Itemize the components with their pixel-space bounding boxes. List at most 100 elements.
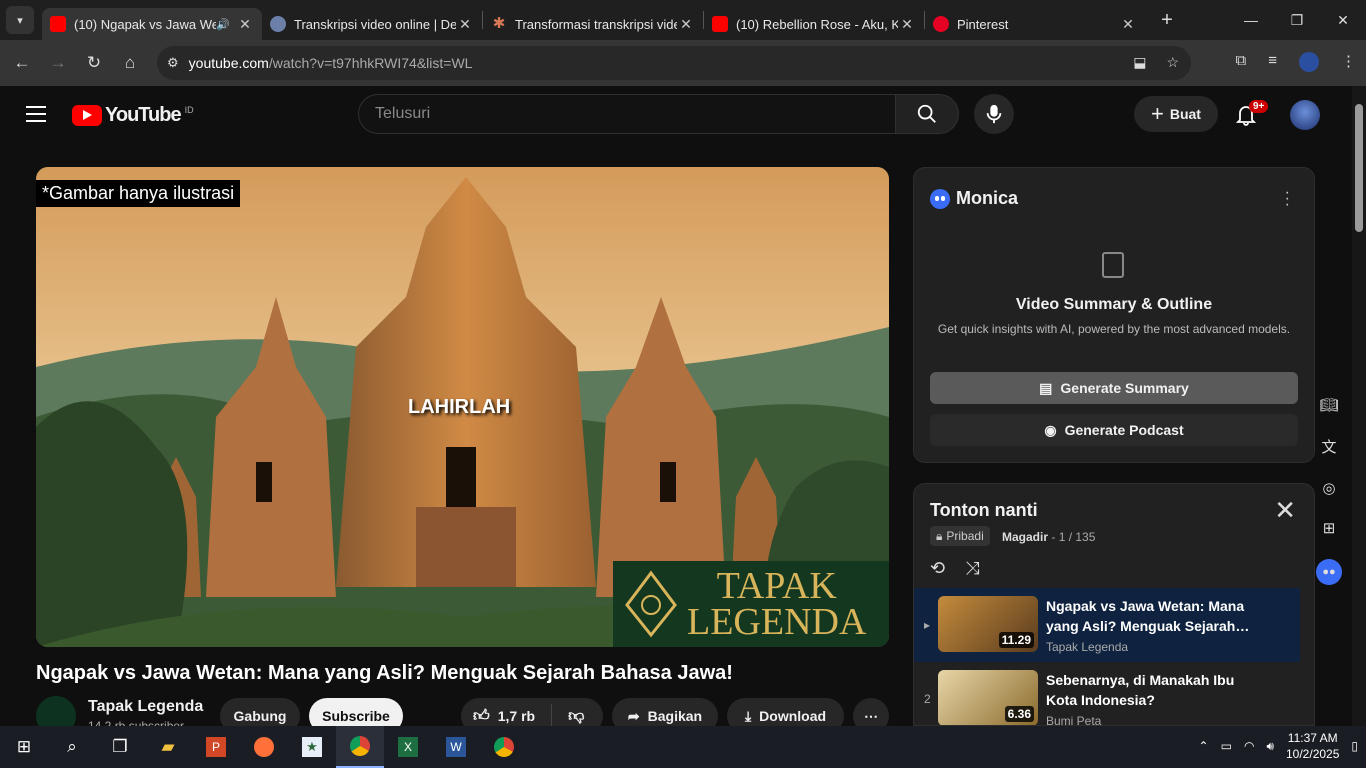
hamburger-menu-icon[interactable] [26,106,46,127]
channel-row: Tapak Legenda 14,2 rb subscriber Gabung … [36,696,889,736]
clock[interactable]: 11:37 AM 10/2/2025 [1286,730,1339,762]
channel-watermark: TAPAK LEGENDA [613,561,889,647]
word-icon[interactable]: W [432,726,480,768]
close-tab-icon[interactable]: ✕ [236,16,254,33]
playlist-item[interactable]: ▸ 11.29 Ngapak vs Jawa Wetan: Mana yang … [914,588,1300,662]
windows-start-icon[interactable]: ⊞ [0,726,48,768]
microphone-icon [986,104,1002,124]
monica-side-toolbar: 📖︎ 文 ◎ ⊞ ●● [1314,396,1344,585]
monica-bot-icon[interactable]: ●● [1316,559,1342,585]
chevron-up-icon[interactable]: ⌃ [1199,739,1209,753]
tab-title: (10) Ngapak vs Jawa Wetan [74,16,217,32]
search-icon[interactable]: ⌕ [48,726,96,768]
speaker-icon[interactable]: 🔊 [216,18,230,31]
thumbs-up-icon[interactable]: 👍︎ [473,707,490,726]
loop-icon[interactable]: ⟲ [930,558,945,579]
firefox-icon[interactable] [240,726,288,768]
battery-icon[interactable]: ▭ [1221,739,1232,753]
search-placeholder: Telusuri [375,105,431,122]
site-info-icon[interactable]: ⚙ [167,55,179,71]
summary-icon: ▤ [1039,379,1053,396]
scrollbar-thumb[interactable] [1355,104,1363,232]
now-playing-indicator: ▸ [924,618,931,632]
forward-arrow-icon[interactable]: → [40,53,76,73]
close-tab-icon[interactable]: ✕ [456,16,474,33]
claude-icon: ✱ [492,15,506,32]
privacy-label: Pribadi [946,529,984,543]
bookmark-star-icon[interactable]: ☆ [1166,54,1179,71]
reload-icon[interactable]: ↻ [76,53,112,73]
tab-pinterest[interactable]: Pinterest ✕ [925,8,1145,40]
notification-center-icon[interactable]: ▯ [1351,739,1358,753]
close-tab-icon[interactable]: ✕ [1119,16,1137,33]
close-playlist-icon[interactable]: ✕ [1274,497,1296,523]
search-icon [917,104,936,123]
thumbs-down-icon[interactable]: 👎︎ [568,707,584,726]
more-horizontal-icon: ⋯ [864,707,878,724]
install-app-icon[interactable]: ⬓ [1133,54,1146,71]
close-tab-icon[interactable]: ✕ [898,16,916,33]
channel-name[interactable]: Tapak Legenda [88,698,203,716]
generate-summary-button[interactable]: ▤ Generate Summary [930,372,1298,404]
illustration-note: *Gambar hanya ilustrasi [36,180,241,207]
youtube-logo[interactable]: YouTube ID [72,104,194,127]
shuffle-icon[interactable]: ⤨ [965,558,979,579]
search-button[interactable] [895,94,959,134]
playlist-item-title: Ngapak vs Jawa Wetan: Mana yang Asli? Me… [1046,598,1250,634]
wifi-icon[interactable]: ◠ [1244,739,1254,753]
page-scrollbar[interactable] [1352,86,1366,726]
tab-search-button[interactable]: ▾ [6,6,34,34]
translate-icon[interactable]: 文 [1321,436,1336,457]
close-tab-icon[interactable]: ✕ [677,16,695,33]
playlist-index: 2 [924,692,931,706]
voice-search-button[interactable] [974,94,1014,134]
monica-panel: Monica · · · Video Summary & Outline Get q… [913,167,1315,463]
chrome-profile-icon[interactable] [480,726,528,768]
tab-transformasi[interactable]: ✱ Transformasi transkripsi video ✕ [483,8,703,40]
extensions-icon[interactable]: ⧉ [1236,52,1247,72]
tab-title: Transkripsi video online | Des [294,16,456,32]
url-path: /watch?v=t97hhkRWI74&list=WL [268,55,473,71]
video-player[interactable]: *Gambar hanya ilustrasi LAHIRLAH TAPAK L… [36,167,889,647]
back-arrow-icon[interactable]: ← [4,53,40,73]
restore-icon[interactable]: ❐ [1274,0,1320,40]
create-button[interactable]: + Buat [1134,96,1218,132]
playlist-position: - 1 / 135 [1051,530,1096,544]
podcast-side-icon[interactable]: ◎ [1322,479,1335,497]
volume-icon[interactable]: 🔊︎ [1266,739,1274,754]
file-explorer-icon[interactable]: ▰ [144,726,192,768]
minimize-icon[interactable]: — [1228,0,1274,40]
tab-rebellion-rose[interactable]: (10) Rebellion Rose - Aku, Ka ✕ [704,8,924,40]
watermark-line-2: LEGENDA [687,601,867,643]
playlist-owner[interactable]: Magadir [1002,530,1048,544]
playlist-title[interactable]: Tonton nanti [930,500,1038,521]
tab-youtube-ngapak[interactable]: (10) Ngapak vs Jawa Wetan 🔊 ✕ [42,8,262,40]
home-icon[interactable]: ⌂ [112,53,148,73]
chrome-icon[interactable] [336,726,384,768]
kebab-menu-icon[interactable]: ⋮ [1341,52,1356,72]
gear-icon [270,16,286,32]
task-view-icon[interactable]: ❐ [96,726,144,768]
address-bar-actions: ⬓ ☆ [1133,54,1179,71]
powerpoint-icon[interactable]: P [192,726,240,768]
apps-grid-icon[interactable]: ⊞ [1323,519,1336,537]
monica-header: Monica [930,188,1018,209]
clock-date: 10/2/2025 [1286,747,1340,761]
youtube-wordmark: YouTube [105,104,182,126]
new-tab-button[interactable]: + [1151,9,1183,32]
address-bar[interactable]: ⚙ youtube.com/watch?v=t97hhkRWI74&list=W… [157,46,1191,80]
playlist-item[interactable]: 2 6.36 Sebenarnya, di Manakah Ibu Kota I… [914,662,1300,725]
like-count[interactable]: 1,7 rb [498,708,535,724]
book-icon[interactable]: 📖︎ [1319,396,1338,414]
youtube-icon [50,16,66,32]
monica-menu-icon[interactable]: · · · [1285,185,1290,213]
excel-icon[interactable]: X [384,726,432,768]
media-control-icon[interactable]: ≡ [1268,52,1277,72]
search-input[interactable]: Telusuri [358,94,896,134]
generate-podcast-button[interactable]: ◉ Generate Podcast [930,414,1298,446]
star-app-icon[interactable]: ★ [288,726,336,768]
profile-avatar-icon[interactable] [1299,52,1319,72]
tab-transkripsi[interactable]: Transkripsi video online | Des ✕ [262,8,482,40]
close-window-icon[interactable]: ✕ [1320,0,1366,40]
account-avatar[interactable] [1290,100,1320,130]
